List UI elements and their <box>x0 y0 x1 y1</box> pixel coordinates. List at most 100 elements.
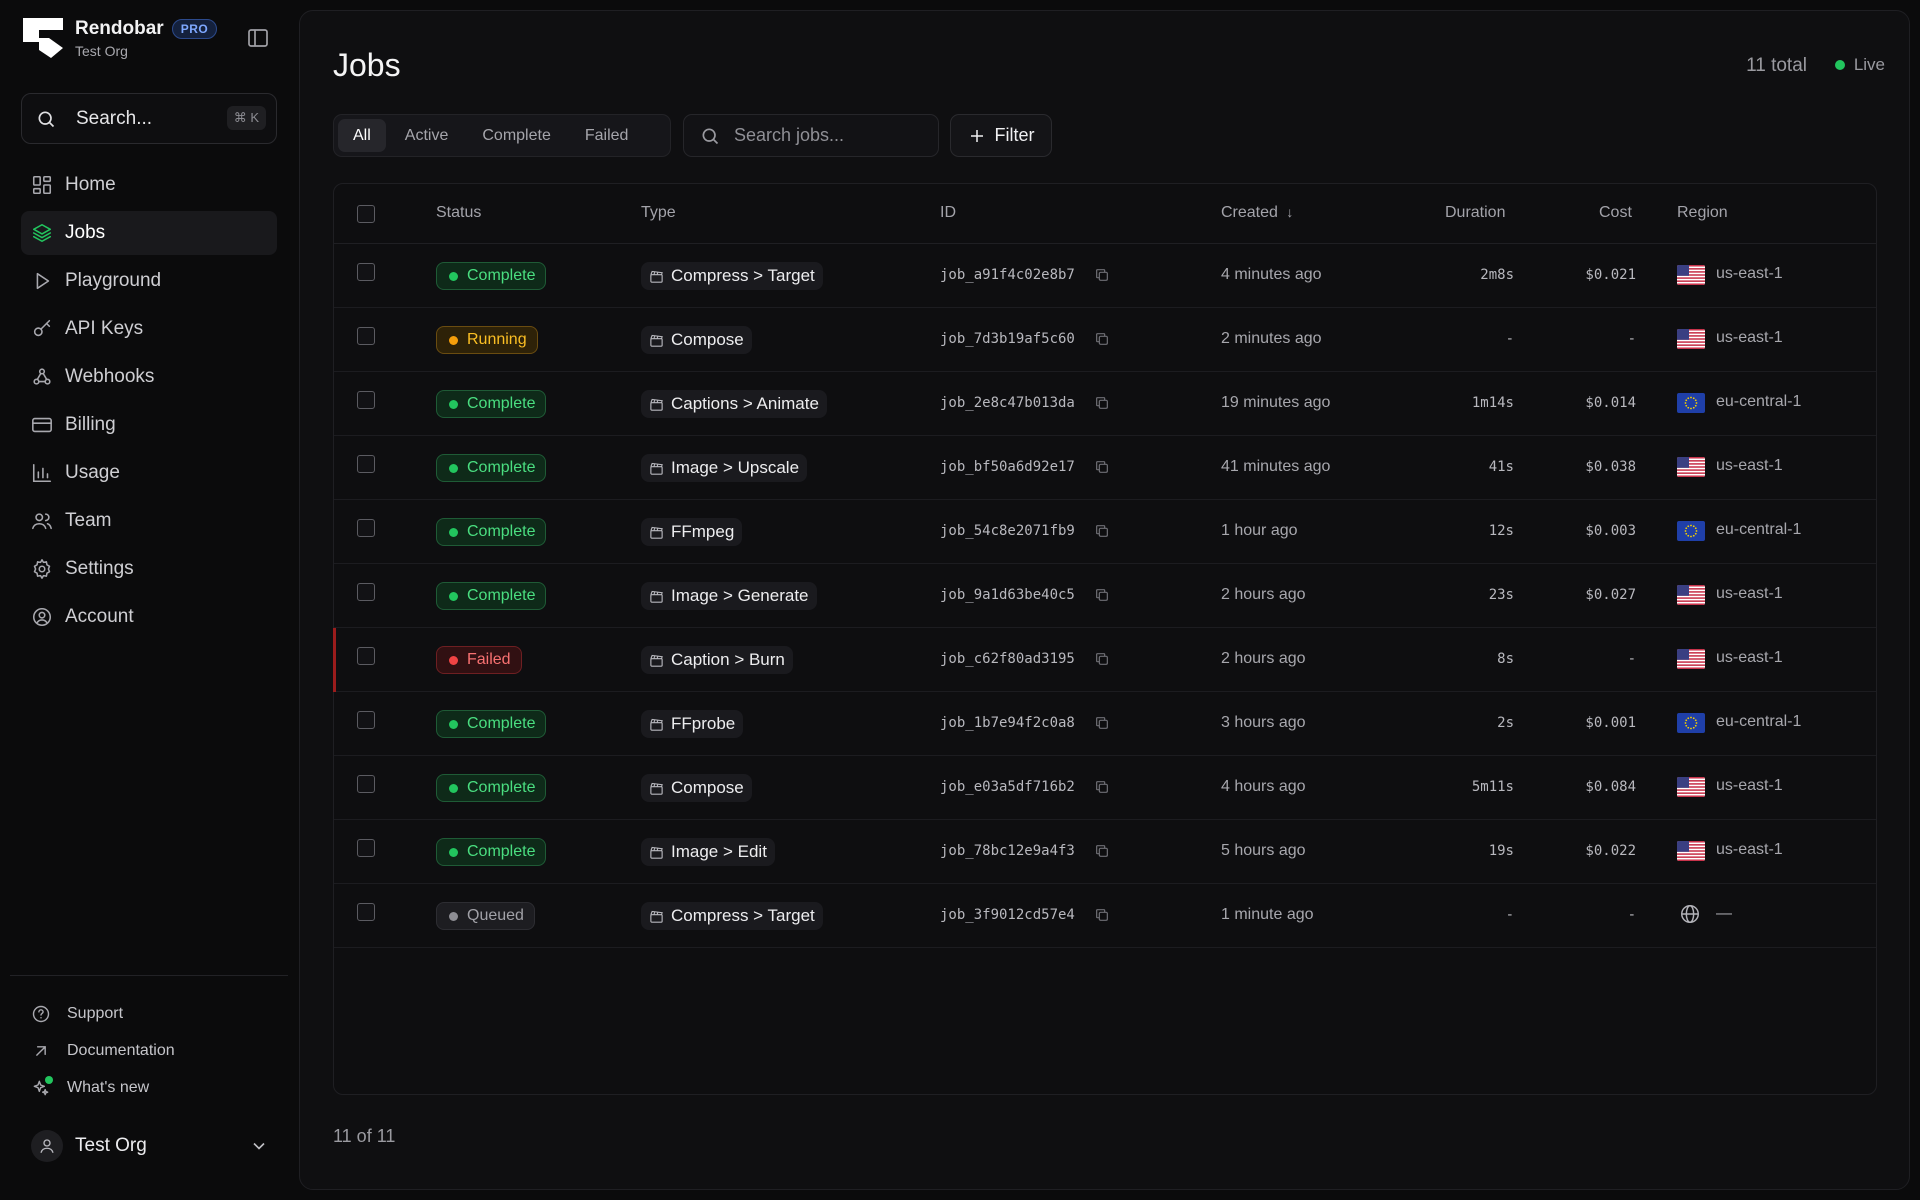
sparkles-icon-wrap <box>31 1075 53 1098</box>
tab-failed[interactable]: Failed <box>570 119 644 152</box>
sidebar-item-home[interactable]: Home <box>21 163 277 207</box>
copy-icon[interactable] <box>1094 395 1110 411</box>
column-status[interactable]: Status <box>436 204 481 222</box>
row-checkbox[interactable] <box>357 327 375 345</box>
row-checkbox[interactable] <box>357 647 375 665</box>
copy-icon[interactable] <box>1094 587 1110 603</box>
select-all-checkbox[interactable] <box>357 205 375 223</box>
table-row[interactable]: Complete Image > Edit job_78bc12e9a4f3 5 ho… <box>334 820 1876 884</box>
brand[interactable]: Rendobar PRO Test Org <box>21 16 218 60</box>
sidebar-item-account[interactable]: Account <box>21 595 277 639</box>
job-region: us-east-1 <box>1716 841 1783 858</box>
job-type-label: FFmpeg <box>671 522 735 541</box>
footer-link-support[interactable]: Support <box>31 995 175 1032</box>
filter-button[interactable]: Filter <box>950 114 1052 157</box>
region-flag <box>1677 649 1705 669</box>
sidebar-item-settings[interactable]: Settings <box>21 547 277 591</box>
footer-link-what-s-new[interactable]: What's new <box>31 1069 175 1106</box>
table-row[interactable]: Complete Image > Generate job_9a1d63be40c5… <box>334 564 1876 628</box>
job-region: us-east-1 <box>1716 457 1783 474</box>
sidebar-item-team[interactable]: Team <box>21 499 277 543</box>
row-checkbox[interactable] <box>357 839 375 857</box>
table-row[interactable]: Complete FFmpeg job_54c8e2071fb9 1 hour ago… <box>334 500 1876 564</box>
footer-link-documentation[interactable]: Documentation <box>31 1032 175 1069</box>
job-cost: - <box>1627 651 1636 667</box>
job-duration: 12s <box>1488 523 1514 539</box>
main-nav: Home Jobs Playground API Keys Webhooks Billin… <box>21 163 277 643</box>
row-checkbox[interactable] <box>357 391 375 409</box>
job-type: FFprobe <box>641 710 744 738</box>
sidebar-item-label: Home <box>65 174 116 195</box>
sidebar-item-billing[interactable]: Billing <box>21 403 277 447</box>
job-created: 2 hours ago <box>1221 650 1306 667</box>
region-flag <box>1677 393 1705 413</box>
row-checkbox[interactable] <box>357 711 375 729</box>
row-checkbox[interactable] <box>357 903 375 921</box>
copy-icon[interactable] <box>1094 267 1110 283</box>
job-cost: $0.014 <box>1585 395 1636 411</box>
copy-icon[interactable] <box>1094 651 1110 667</box>
globe-icon <box>1681 905 1699 923</box>
table-row[interactable]: Complete Captions > Animate job_2e8c47b013… <box>334 372 1876 436</box>
sidebar-item-jobs[interactable]: Jobs <box>21 211 277 255</box>
table-row[interactable]: Complete Compress > Target job_a91f4c02e8b… <box>334 244 1876 308</box>
copy-icon[interactable] <box>1094 459 1110 475</box>
footer-link-label: Support <box>67 1004 124 1022</box>
search-shortcut: ⌘ K <box>226 106 266 130</box>
job-type: Image > Generate <box>641 582 817 610</box>
tab-complete[interactable]: Complete <box>467 119 565 152</box>
sidebar-item-playground[interactable]: Playground <box>21 259 277 303</box>
copy-icon[interactable] <box>1094 843 1110 859</box>
copy-icon[interactable] <box>1094 779 1110 795</box>
sidebar-item-usage[interactable]: Usage <box>21 451 277 495</box>
tab-all[interactable]: All <box>338 119 386 152</box>
column-region[interactable]: Region <box>1677 204 1728 222</box>
job-duration: 23s <box>1488 587 1514 603</box>
column-id[interactable]: ID <box>940 204 956 222</box>
home-icon-wrap <box>31 174 53 196</box>
new-indicator-dot <box>45 1075 53 1084</box>
copy-icon[interactable] <box>1094 907 1110 923</box>
sort-arrow-icon: ↓ <box>1286 204 1294 220</box>
column-created[interactable]: Created ↓ <box>1221 204 1293 222</box>
table-body: Complete Compress > Target job_a91f4c02e8b… <box>333 244 1876 948</box>
clapperboard-icon <box>650 590 663 603</box>
sidebar-item-api-keys[interactable]: API Keys <box>21 307 277 351</box>
job-region: — <box>1716 905 1732 922</box>
row-checkbox[interactable] <box>357 263 375 281</box>
clapperboard-icon <box>650 526 663 539</box>
home-icon <box>32 175 52 195</box>
column-cost[interactable]: Cost <box>1599 204 1632 222</box>
job-region: us-east-1 <box>1716 265 1783 282</box>
job-id: job_7d3b19af5c60 <box>940 331 1075 347</box>
row-checkbox[interactable] <box>357 775 375 793</box>
row-checkbox[interactable] <box>357 583 375 601</box>
column-type[interactable]: Type <box>641 204 676 222</box>
table-row[interactable]: Complete FFprobe job_1b7e94f2c0a8 3 hours a… <box>334 692 1876 756</box>
table-row[interactable]: Running Compose job_7d3b19af5c60 2 minutes … <box>334 308 1876 372</box>
search-icon <box>702 127 719 144</box>
status-badge: Complete <box>436 582 547 610</box>
column-duration[interactable]: Duration <box>1445 204 1505 222</box>
global-search[interactable]: Search... ⌘ K <box>21 93 277 144</box>
copy-icon[interactable] <box>1094 331 1110 347</box>
table-row[interactable]: Failed Caption > Burn job_c62f80ad3195 2 ho… <box>333 628 1876 692</box>
org-switcher[interactable]: Test Org <box>31 1128 269 1164</box>
table-row[interactable]: Complete Image > Upscale job_bf50a6d92e17 4… <box>334 436 1876 500</box>
us-flag-icon <box>1677 457 1705 477</box>
gear-icon-wrap <box>31 558 53 580</box>
status-dot <box>449 399 458 409</box>
region-flag <box>1677 585 1705 605</box>
sidebar-toggle-icon[interactable] <box>246 26 270 50</box>
tab-active[interactable]: Active <box>390 119 464 152</box>
job-cost: $0.003 <box>1585 523 1636 539</box>
sidebar-item-webhooks[interactable]: Webhooks <box>21 355 277 399</box>
copy-icon[interactable] <box>1094 523 1110 539</box>
copy-icon[interactable] <box>1094 715 1110 731</box>
row-checkbox[interactable] <box>357 519 375 537</box>
table-row[interactable]: Queued Compress > Target job_3f9012cd57e4 1… <box>334 884 1876 948</box>
row-checkbox[interactable] <box>357 455 375 473</box>
job-created: 5 hours ago <box>1221 842 1306 859</box>
table-row[interactable]: Complete Compose job_e03a5df716b2 4 hours a… <box>334 756 1876 820</box>
job-search-input[interactable]: Search jobs... <box>683 114 939 157</box>
